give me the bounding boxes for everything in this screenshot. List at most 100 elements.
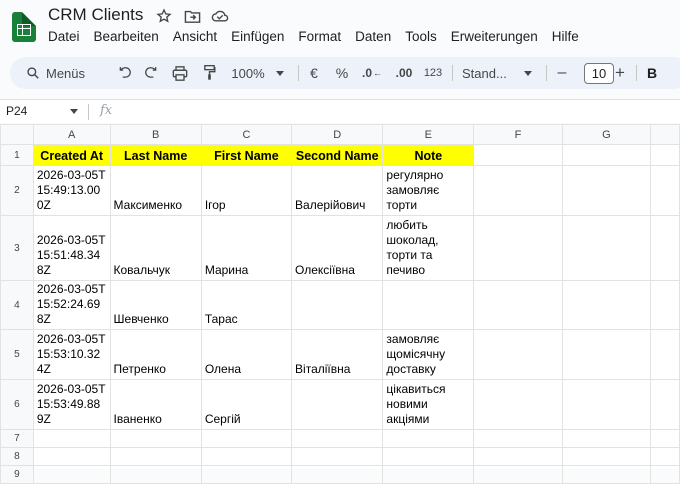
column-header-h[interactable] — [650, 124, 680, 145]
first-name-cell[interactable]: Марина — [200, 215, 293, 281]
created-at-cell[interactable]: 2026-03-05T15:53:10.324Z — [32, 329, 111, 380]
menu-format[interactable]: Format — [298, 29, 341, 44]
first-name-cell[interactable]: Сергій — [200, 379, 293, 430]
name-box[interactable]: P24 — [6, 104, 27, 118]
cell[interactable] — [200, 429, 293, 448]
second-name-cell[interactable]: Віталіївна — [291, 329, 384, 380]
decrease-decimal-button[interactable]: .0 ← — [360, 61, 384, 85]
cell[interactable] — [473, 429, 563, 448]
font-size-input[interactable]: 10 — [584, 63, 614, 84]
column-header-c[interactable]: C — [200, 124, 293, 145]
header-cell-first-name[interactable]: First Name — [200, 144, 293, 166]
row-header-7[interactable]: 7 — [0, 429, 34, 448]
menu-daten[interactable]: Daten — [355, 29, 391, 44]
row-header-4[interactable]: 4 — [0, 280, 34, 330]
chevron-down-icon[interactable] — [274, 61, 286, 85]
print-icon[interactable] — [168, 61, 192, 85]
row-header-8[interactable]: 8 — [0, 447, 34, 466]
second-name-cell[interactable]: Олексіївна — [291, 215, 384, 281]
cell[interactable] — [473, 144, 563, 166]
header-cell-second-name[interactable]: Second Name — [291, 144, 384, 166]
row-header-5[interactable]: 5 — [0, 329, 34, 380]
cell[interactable] — [561, 447, 652, 466]
cell[interactable] — [109, 447, 202, 466]
cell[interactable] — [650, 379, 680, 430]
number-format-button[interactable]: 123 — [422, 61, 444, 85]
cell[interactable] — [32, 429, 111, 448]
menu-ansicht[interactable]: Ansicht — [173, 29, 217, 44]
first-name-cell[interactable]: Тарас — [200, 280, 293, 330]
column-header-a[interactable]: A — [32, 124, 111, 145]
header-cell-note[interactable]: Note — [382, 144, 475, 166]
column-header-e[interactable]: E — [382, 124, 475, 145]
cell[interactable] — [561, 165, 652, 216]
cell[interactable] — [109, 465, 202, 484]
font-family-select[interactable]: Stand... — [462, 61, 518, 85]
row-header-1[interactable]: 1 — [0, 144, 34, 166]
column-header-b[interactable]: B — [109, 124, 202, 145]
note-cell[interactable]: замовляє щомісячну доставку — [382, 329, 475, 380]
cell[interactable] — [382, 429, 475, 448]
cell[interactable] — [291, 447, 384, 466]
last-name-cell[interactable]: Іваненко — [109, 379, 202, 430]
undo-icon[interactable] — [114, 61, 136, 85]
sheets-logo-icon[interactable] — [12, 12, 36, 42]
select-all-corner[interactable] — [0, 124, 34, 145]
cell[interactable] — [473, 165, 563, 216]
cell[interactable] — [382, 447, 475, 466]
decrease-font-size-button[interactable]: – — [554, 61, 570, 85]
first-name-cell[interactable]: Олена — [200, 329, 293, 380]
percent-format-button[interactable]: % — [334, 61, 350, 85]
cell[interactable] — [650, 165, 680, 216]
spreadsheet-grid[interactable]: A B C D E F G 1 Created At Last Name Fir… — [0, 124, 680, 484]
first-name-cell[interactable]: Ігор — [200, 165, 293, 216]
bold-button[interactable]: B — [644, 61, 660, 85]
note-cell[interactable]: цікавиться новими акціями — [382, 379, 475, 430]
cell[interactable] — [200, 465, 293, 484]
cell[interactable] — [473, 215, 563, 281]
created-at-cell[interactable]: 2026-03-05T15:49:13.000Z — [32, 165, 111, 216]
cell[interactable] — [109, 429, 202, 448]
last-name-cell[interactable]: Максименко — [109, 165, 202, 216]
cell[interactable] — [650, 215, 680, 281]
menu-tools[interactable]: Tools — [405, 29, 437, 44]
cell[interactable] — [650, 144, 680, 166]
cell[interactable] — [473, 329, 563, 380]
cloud-status-icon[interactable] — [211, 7, 229, 25]
cell[interactable] — [561, 329, 652, 380]
cell[interactable] — [291, 429, 384, 448]
cell[interactable] — [291, 465, 384, 484]
document-title[interactable]: CRM Clients — [48, 5, 143, 25]
last-name-cell[interactable]: Ковальчук — [109, 215, 202, 281]
cell[interactable] — [561, 465, 652, 484]
menu-einfuegen[interactable]: Einfügen — [231, 29, 284, 44]
currency-format-button[interactable]: € — [306, 61, 322, 85]
created-at-cell[interactable]: 2026-03-05T15:51:48.348Z — [32, 215, 111, 281]
created-at-cell[interactable]: 2026-03-05T15:53:49.889Z — [32, 379, 111, 430]
column-header-g[interactable]: G — [561, 124, 652, 145]
column-header-f[interactable]: F — [473, 124, 563, 145]
row-header-3[interactable]: 3 — [0, 215, 34, 281]
star-icon[interactable] — [155, 7, 173, 25]
row-header-2[interactable]: 2 — [0, 165, 34, 216]
cell[interactable] — [561, 215, 652, 281]
row-header-9[interactable]: 9 — [0, 465, 34, 484]
chevron-down-icon[interactable] — [70, 109, 78, 114]
last-name-cell[interactable]: Шевченко — [109, 280, 202, 330]
cell[interactable] — [650, 465, 680, 484]
cell[interactable] — [650, 329, 680, 380]
note-cell[interactable] — [382, 280, 475, 330]
menu-erweiterungen[interactable]: Erweiterungen — [451, 29, 538, 44]
cell[interactable] — [200, 447, 293, 466]
move-to-folder-icon[interactable] — [183, 7, 201, 25]
cell[interactable] — [473, 379, 563, 430]
header-cell-last-name[interactable]: Last Name — [109, 144, 202, 166]
second-name-cell[interactable] — [291, 379, 384, 430]
chevron-down-icon[interactable] — [522, 61, 534, 85]
cell[interactable] — [650, 429, 680, 448]
cell[interactable] — [32, 447, 111, 466]
menu-datei[interactable]: Datei — [48, 29, 80, 44]
created-at-cell[interactable]: 2026-03-05T15:52:24.698Z — [32, 280, 111, 330]
cell[interactable] — [473, 280, 563, 330]
cell[interactable] — [561, 379, 652, 430]
